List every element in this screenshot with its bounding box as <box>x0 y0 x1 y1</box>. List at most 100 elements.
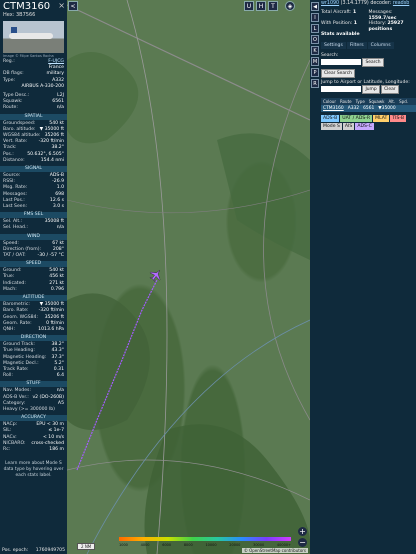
wind-list: Speed: 67 kt Direction (from): 208° TAT / OA… <box>0 241 67 260</box>
jump-input[interactable] <box>321 86 361 92</box>
map-scale: 2 NM <box>77 543 96 550</box>
col-colour[interactable]: Colour <box>321 98 338 105</box>
stats-panel: ◀ I L O K M P R wr1090 (3.14.1779) decod… <box>310 0 416 554</box>
rb-m-button[interactable]: M <box>311 57 319 66</box>
tab-columns[interactable]: Columns <box>367 41 394 49</box>
rb-r-button[interactable]: R <box>311 79 319 88</box>
wind-value: -30 / -57 °C <box>37 253 64 259</box>
withpos-label: With Position: <box>321 21 353 26</box>
clear-button[interactable]: Clear <box>381 84 399 94</box>
stats-available[interactable]: Stats available <box>321 32 360 37</box>
map-button-u[interactable]: U <box>244 1 254 11</box>
reg-label: Reg.: <box>3 59 15 64</box>
col-alt[interactable]: Alt. <box>386 98 397 105</box>
colorbar-label: 6000 <box>162 543 172 547</box>
direction-label: Roll: <box>3 373 13 379</box>
map-view[interactable]: U H T ◈ < + − 1000 4000 6000 8000 10000 … <box>67 0 310 554</box>
section-speed[interactable]: SPEED <box>0 261 67 268</box>
badge-adsb[interactable]: ADS-B <box>321 114 340 122</box>
section-spatial[interactable]: SPATIAL <box>0 113 67 120</box>
footer-help-text: Learn more about Mode S data type by hov… <box>3 461 64 479</box>
map-base-layer <box>67 0 310 554</box>
colorbar-label: 20000 <box>229 543 241 547</box>
epoch-label: Pos. epoch: <box>2 548 29 553</box>
close-icon[interactable]: × <box>58 1 65 10</box>
search-button[interactable]: Search <box>362 57 384 67</box>
tab-settings[interactable]: Settings <box>321 41 346 49</box>
aircraft-marker-icon[interactable] <box>149 268 163 282</box>
rb-p-button[interactable]: P <box>311 68 319 77</box>
altitude-row: QNH: 1013.6 hPa <box>0 327 67 333</box>
badge-tisb[interactable]: TIS-B <box>390 114 407 122</box>
signal-value: 3.0 s <box>52 204 64 210</box>
rb-o-button[interactable]: O <box>311 35 319 44</box>
fms-label: Sel. Head.: <box>3 225 28 231</box>
badge-mlat[interactable]: MLAT <box>373 114 390 122</box>
colorbar-label: 8000 <box>183 543 193 547</box>
zoom-in-button[interactable]: + <box>298 527 307 536</box>
map-layers-icon[interactable]: ◈ <box>285 1 295 11</box>
route-value: n/a <box>56 105 64 111</box>
section-stuff[interactable]: STUFF <box>0 381 67 388</box>
project-link[interactable]: wr1090 <box>321 1 339 6</box>
map-collapse-left-button[interactable]: < <box>68 1 78 11</box>
accuracy-value: 186 m <box>49 446 64 452</box>
decoder-link[interactable]: readsb <box>393 1 409 6</box>
tab-filters[interactable]: Filters <box>346 41 367 49</box>
spatial-list: Groundspeed: 540 kt Baro. altitude: ▼ 35000… <box>0 121 67 164</box>
section-signal[interactable]: SIGNAL <box>0 166 67 173</box>
photo-fuselage <box>9 33 53 39</box>
altitude-label: QNH: <box>3 326 16 332</box>
table-header: Colour Route Type Squawk Alt. Spd. <box>321 97 416 105</box>
col-type[interactable]: Type <box>354 98 367 105</box>
clear-search-button[interactable]: Clear Search <box>321 68 355 78</box>
fms-row: Sel. Head.: n/a <box>0 225 67 231</box>
altitude-value: 1013.6 hPa <box>38 326 64 332</box>
col-squawk[interactable]: Squawk <box>367 98 387 105</box>
badge-modes[interactable]: Mode S <box>321 122 342 130</box>
messages-label: Messages: <box>368 10 393 15</box>
rb-collapse-button[interactable]: ◀ <box>311 2 319 11</box>
route-row: Route: n/a <box>0 105 67 111</box>
speed-value: 0.796 <box>50 286 64 292</box>
badge-ais[interactable]: AIS <box>342 122 355 130</box>
search-input[interactable] <box>321 59 361 65</box>
rb-l-button[interactable]: L <box>311 24 319 33</box>
rb-k-button[interactable]: K <box>311 46 319 55</box>
altitude-colorbar <box>119 537 291 541</box>
fms-value: n/a <box>56 225 64 231</box>
direction-list: Ground Track: 38.2° True Heading: 43.3° Magn… <box>0 342 67 379</box>
col-route[interactable]: Route <box>338 98 354 105</box>
spatial-value: 154.4 nmi <box>40 157 64 163</box>
hex-value: 3B7566 <box>16 12 36 18</box>
search-area: Search: Search Clear Search Jump to Airp… <box>321 53 416 94</box>
section-fms[interactable]: FMS SEL <box>0 212 67 219</box>
jump-button[interactable]: Jump <box>362 84 380 94</box>
aircraft-info-panel: CTM3160 Hex: 3B7566 × Image © Filipe San… <box>0 0 67 554</box>
history-label: History: <box>368 21 387 26</box>
map-attribution[interactable]: © OpenStreetMap contributors <box>241 548 308 553</box>
badge-adsc[interactable]: ADS-C <box>355 122 374 130</box>
section-direction[interactable]: DIRECTION <box>0 335 67 342</box>
table-row[interactable]: CTM3160 A332 6561 ▼35000 <box>321 104 416 112</box>
map-button-h[interactable]: H <box>256 1 266 11</box>
col-spd[interactable]: Spd. <box>397 98 410 105</box>
row-squawk: 6561 <box>363 105 375 111</box>
section-accuracy[interactable]: ACCURACY <box>0 415 67 422</box>
accuracy-list: NACp: EPU < 30 m SIL: ≤ 1e-7 NACv: < 10 m/s NI… <box>0 422 67 453</box>
badge-uat[interactable]: UAT / ADS-R <box>340 114 373 122</box>
section-wind[interactable]: WIND <box>0 233 67 240</box>
version-text: (3.14.1779) decoder: <box>340 1 392 6</box>
category-desc-row: Heavy (>= 300000 lb) <box>0 407 67 413</box>
epoch-row: Pos. epoch: 1760949705 <box>0 547 67 554</box>
rb-i-button[interactable]: I <box>311 13 319 22</box>
aircraft-photo[interactable] <box>3 21 64 53</box>
direction-row: Roll: 6.4 <box>0 373 67 379</box>
section-altitude[interactable]: ALTITUDE <box>0 295 67 302</box>
signal-row: Last Seen: 3.0 s <box>0 204 67 210</box>
zoom-out-button[interactable]: − <box>298 538 307 547</box>
settings-tabs: Settings Filters Columns <box>321 41 416 49</box>
total-label: Total Aircraft: <box>321 10 352 15</box>
map-button-t[interactable]: T <box>268 1 278 11</box>
stuff-value: A5 <box>57 400 64 406</box>
